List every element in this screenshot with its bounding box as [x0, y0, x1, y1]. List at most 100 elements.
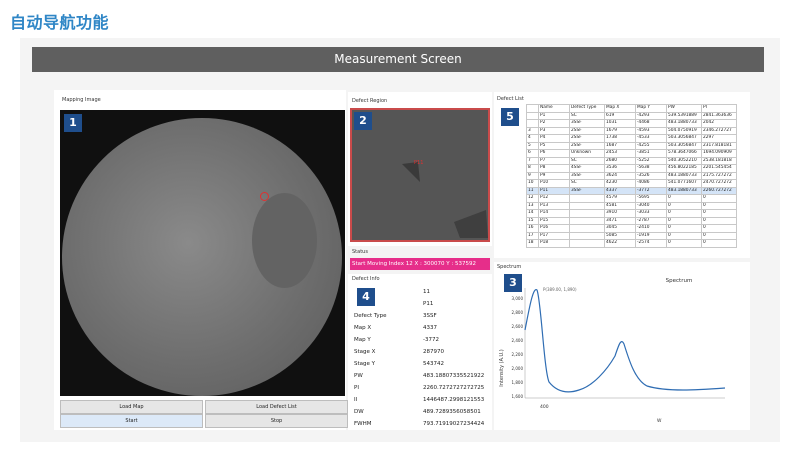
table-row[interactable]: 15 P15 3471 -2787 0 0 [526, 216, 737, 225]
table-cell: 4337 [604, 186, 636, 195]
defect-info-key: PI [354, 385, 359, 391]
section-badge-5: 5 [501, 108, 519, 126]
column-header[interactable]: Map Y [635, 104, 667, 113]
defect-info-value: 489.7289356058501 [423, 409, 481, 415]
table-row[interactable]: 11 P11 3SSF 4337 -3772 483.1880733 2260.727272 [526, 186, 737, 195]
table-cell: SC [569, 179, 605, 188]
table-cell [526, 111, 539, 120]
column-header[interactable]: Map X [604, 104, 636, 113]
table-cell: 483.1880733 [666, 186, 702, 195]
section-badge-1: 1 [64, 114, 82, 132]
defect-info-key: II [354, 397, 358, 403]
table-cell: 3 [526, 126, 539, 135]
load-defect-list-button[interactable]: Load Defect List [205, 400, 348, 414]
defect-info-label: Defect Info [352, 276, 380, 282]
table-row[interactable]: 14 P14 3910 -3033 0 0 [526, 209, 737, 218]
defect-info-key: Stage Y [354, 361, 376, 367]
table-cell: 0 [701, 194, 737, 203]
table-row[interactable]: 5 P5 2SSF 1687 -4255 503.3056847 2317.818181 [526, 141, 737, 150]
defect-info-key: Stage X [354, 349, 376, 355]
table-row[interactable]: 13 P13 4581 -3040 0 0 [526, 201, 737, 210]
table-cell: 3SSF [569, 119, 605, 128]
table-cell: 0 [701, 209, 737, 218]
table-cell: 3SSF [569, 171, 605, 180]
defect-info-value: -3772 [423, 337, 439, 343]
table-row[interactable]: 4 P4 2SSF 1738 -4533 503.3056847 2297 [526, 134, 737, 143]
table-cell [569, 231, 605, 240]
table-row[interactable]: 12 P12 4579 -5695 0 0 [526, 194, 737, 203]
column-header[interactable]: PW [666, 104, 702, 113]
table-row[interactable]: 7 P7 SC 2680 -5252 540.3052210 2538.181818 [526, 156, 737, 165]
table-row[interactable]: 9 P9 3SSF 3624 -3526 483.1880733 2175.727272 [526, 171, 737, 180]
column-header[interactable]: PI [701, 104, 737, 113]
y-tick-label: 2,200 [512, 352, 524, 357]
spectrum-y-label: Intensity (A.U.) [499, 349, 505, 386]
table-cell: 14 [526, 209, 539, 218]
table-cell: 2470.727272 [701, 179, 737, 188]
page-heading: 自动导航功能 [10, 13, 110, 32]
table-row[interactable]: 3 P3 2SSF 1679 -4593 504.0750919 2346.272727 [526, 126, 737, 135]
start-button[interactable]: Start [60, 414, 203, 428]
table-cell: 503.3056847 [666, 134, 702, 143]
defect-info-key: Map Y [354, 337, 371, 343]
table-cell [526, 119, 539, 128]
table-cell: -4255 [635, 141, 667, 150]
table-cell: -3033 [635, 209, 667, 218]
defect-marker[interactable] [260, 192, 269, 201]
table-cell: -2787 [635, 216, 667, 225]
table-cell: 4SSF [569, 164, 605, 173]
table-cell: 11 [526, 186, 539, 195]
section-badge-4: 4 [357, 288, 375, 306]
table-row[interactable]: 8 P8 4SSF 3536 -5638 456.8022185 2201.545454 [526, 164, 737, 173]
table-cell: 0 [701, 239, 737, 248]
table-cell [569, 209, 605, 218]
table-row[interactable]: 6 P6 Unknown 2453 -3851 578.3647066 1694.09090… [526, 149, 737, 158]
table-row[interactable]: 18 P18 4622 -2574 0 0 [526, 239, 737, 248]
column-header[interactable]: Name [538, 104, 570, 113]
table-cell: -4533 [635, 134, 667, 143]
table-cell: -5695 [635, 194, 667, 203]
table-cell: P5 [538, 141, 570, 150]
defect-info-value: 1446487.2998121553 [423, 397, 485, 403]
table-cell: 483.1880733 [666, 119, 702, 128]
table-cell [569, 216, 605, 225]
table-cell: P1 [538, 111, 570, 120]
defect-info-name: P11 [423, 301, 434, 307]
table-cell: 2841.363636 [701, 111, 737, 120]
status-bar: Start Moving Index 12 X : 300070 Y : 537… [350, 258, 490, 270]
defect-list-table[interactable]: Name Defect Type Map X Map Y PW PI P1 SC 619 -429… [526, 104, 737, 248]
column-header[interactable]: Defect Type [569, 104, 605, 113]
table-cell [569, 194, 605, 203]
load-map-button[interactable]: Load Map [60, 400, 203, 414]
table-cell: 0 [666, 239, 702, 248]
table-cell: -3040 [635, 201, 667, 210]
table-row[interactable]: P1 SC 619 -4293 539.5391889 2841.363636 [526, 111, 737, 120]
table-cell [569, 224, 605, 233]
table-cell: 0 [701, 224, 737, 233]
table-row[interactable]: P2 3SSF 1031 -4468 483.1880733 2042 [526, 119, 737, 128]
x-tick-label: 400 [540, 404, 549, 410]
stop-button[interactable]: Stop [205, 414, 348, 428]
peak-annotation: P(389.00, 1,890) [543, 287, 577, 292]
table-cell: 6 [526, 149, 539, 158]
table-cell: 0 [666, 201, 702, 210]
table-cell: 3624 [604, 171, 636, 180]
table-cell: -4293 [635, 111, 667, 120]
column-header[interactable] [526, 104, 539, 113]
table-row[interactable]: 10 P10 SC 4230 -4086 541.0771607 2470.727272 [526, 179, 737, 188]
mapping-image[interactable] [60, 110, 345, 396]
defect-info-key: FWHM [354, 421, 372, 427]
table-cell: 2042 [701, 119, 737, 128]
mapping-label: Mapping Image [62, 97, 101, 103]
table-cell: -4593 [635, 126, 667, 135]
table-cell: P7 [538, 156, 570, 165]
table-cell: 578.3647066 [666, 149, 702, 158]
table-cell: P17 [538, 231, 570, 240]
table-row[interactable]: 17 P17 5085 -1919 0 0 [526, 231, 737, 240]
table-cell: 3045 [604, 224, 636, 233]
table-row[interactable]: 16 P16 3045 -2410 0 0 [526, 224, 737, 233]
table-cell: 0 [701, 201, 737, 210]
table-cell [569, 201, 605, 210]
defect-info-value: 287970 [423, 349, 444, 355]
table-cell: P12 [538, 194, 570, 203]
